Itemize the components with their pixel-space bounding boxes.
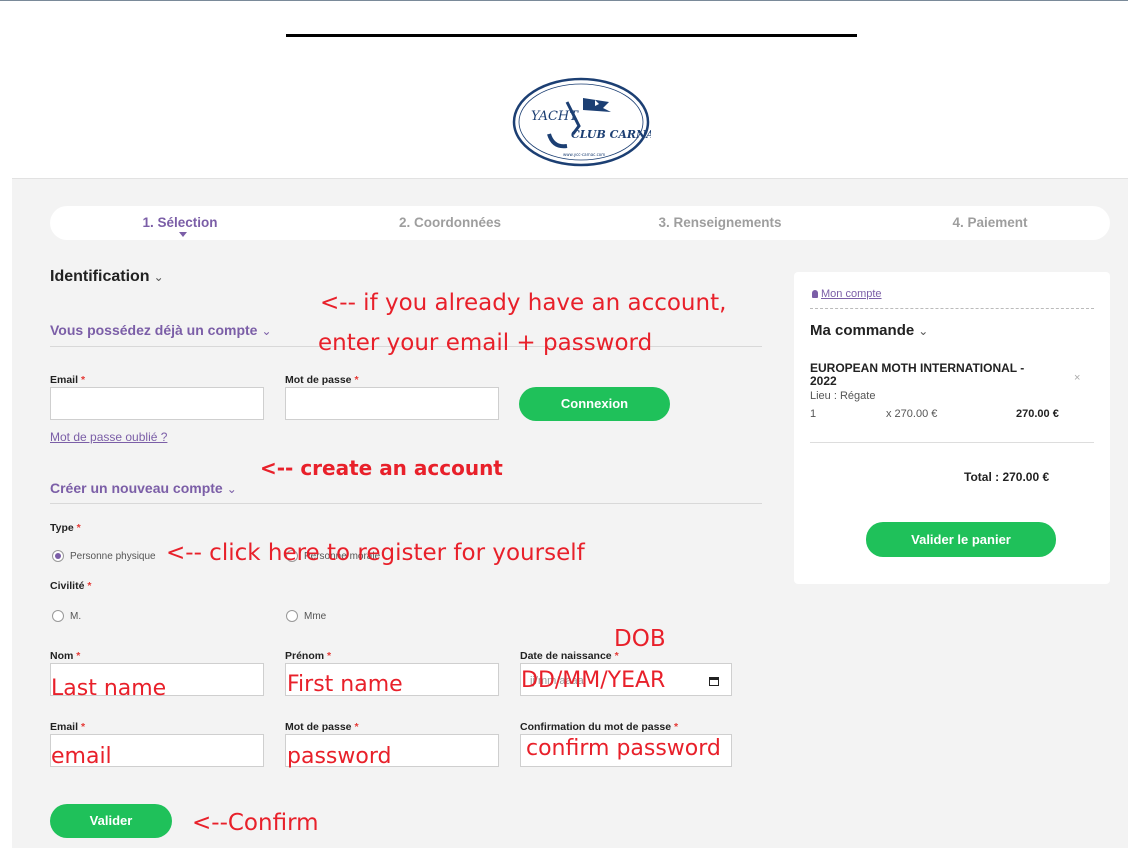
new-account-title: Créer un nouveau compte — [50, 480, 223, 496]
identification-heading[interactable]: Identification ⌄ — [50, 268, 164, 286]
checkout-button[interactable]: Valider le panier — [866, 522, 1056, 557]
chevron-down-icon: ⌄ — [226, 482, 237, 496]
step-renseignements[interactable]: 3. Renseignements — [610, 206, 830, 240]
product-unit-price: x 270.00 € — [886, 408, 938, 420]
product-location: Lieu : Régate — [810, 390, 876, 402]
new-account-heading[interactable]: Créer un nouveau compte ⌄ — [50, 480, 237, 496]
product-quantity: 1 — [810, 408, 817, 420]
chevron-down-icon: ⌄ — [918, 324, 929, 338]
order-total: Total : 270.00 € — [964, 470, 1050, 484]
login-password-label: Mot de passe * — [285, 374, 359, 386]
annotation-lastname: Last name — [51, 676, 167, 701]
product-line-total: 270.00 € — [1016, 408, 1059, 420]
existing-account-heading[interactable]: Vous possédez déjà un compte ⌄ — [50, 322, 272, 338]
calendar-icon[interactable] — [709, 676, 719, 686]
register-submit-button[interactable]: Valider — [50, 804, 172, 838]
type-label: Type * — [50, 522, 81, 534]
divider — [810, 308, 1094, 309]
annotation-create-account: <-- create an account — [260, 456, 503, 480]
order-sidebar: Mon compte Ma commande ⌄ EUROPEAN MOTH IN… — [794, 272, 1110, 584]
civility-mme-label: Mme — [304, 611, 327, 622]
civility-mme-radio[interactable] — [286, 610, 298, 622]
chevron-down-icon: ⌄ — [153, 270, 164, 284]
yacht-club-carnac-logo: YACHT CLUB CARNAC www.ycc-carnac.com — [512, 77, 651, 167]
annotation-dob-format: DD/MM/YEAR — [521, 668, 666, 693]
civility-label: Civilité * — [50, 580, 92, 592]
checkout-steps: 1. Sélection 2. Coordonnées 3. Renseigne… — [50, 206, 1110, 240]
lastname-label: Nom * — [50, 650, 81, 662]
annotation-existing-line1: <-- if you already have an account, — [320, 290, 727, 316]
type-personne-physique-label: Personne physique — [70, 551, 156, 562]
annotation-existing-line2: enter your email + password — [318, 330, 653, 356]
header-rule — [286, 34, 857, 37]
civility-m-label: M. — [70, 611, 82, 622]
annotation-dob: DOB — [614, 626, 666, 652]
dob-label: Date de naissance * — [520, 650, 619, 662]
forgot-password-link[interactable]: Mot de passe oublié ? — [50, 430, 167, 444]
register-password-label: Mot de passe * — [285, 721, 359, 733]
annotation-confirm: <--Confirm — [192, 810, 319, 836]
remove-item-icon[interactable]: × — [1074, 372, 1080, 384]
my-account-link[interactable]: Mon compte — [812, 288, 882, 300]
annotation-confirm-password: confirm password — [526, 736, 721, 761]
step-paiement[interactable]: 4. Paiement — [890, 206, 1090, 240]
identification-title: Identification — [50, 268, 150, 285]
step-coordonnees[interactable]: 2. Coordonnées — [350, 206, 550, 240]
confirm-password-label: Confirmation du mot de passe * — [520, 721, 679, 733]
login-button[interactable]: Connexion — [519, 387, 670, 421]
product-name: EUROPEAN MOTH INTERNATIONAL - 2022 — [810, 361, 1025, 388]
login-password-input[interactable] — [285, 387, 499, 420]
logo-url-text: www.ycc-carnac.com — [563, 152, 605, 157]
annotation-email: email — [51, 744, 112, 769]
active-step-caret-icon — [179, 232, 187, 237]
chevron-down-icon: ⌄ — [261, 324, 272, 338]
login-email-input[interactable] — [50, 387, 264, 420]
type-personne-physique-radio[interactable] — [52, 550, 64, 562]
top-border — [0, 0, 1128, 1]
logo-club-text: CLUB CARNAC — [571, 128, 651, 141]
divider — [810, 442, 1094, 443]
annotation-firstname: First name — [287, 672, 403, 697]
register-email-label: Email * — [50, 721, 86, 733]
divider — [50, 503, 762, 504]
login-email-label: Email * — [50, 374, 86, 386]
existing-account-title: Vous possédez déjà un compte — [50, 322, 258, 338]
order-title: Ma commande — [810, 322, 915, 339]
civility-m-radio[interactable] — [52, 610, 64, 622]
annotation-register-self: <-- click here to register for yourself — [166, 540, 585, 566]
firstname-label: Prénom * — [285, 650, 332, 662]
annotation-password: password — [287, 744, 392, 769]
order-heading[interactable]: Ma commande ⌄ — [810, 322, 928, 339]
user-icon — [812, 290, 818, 298]
